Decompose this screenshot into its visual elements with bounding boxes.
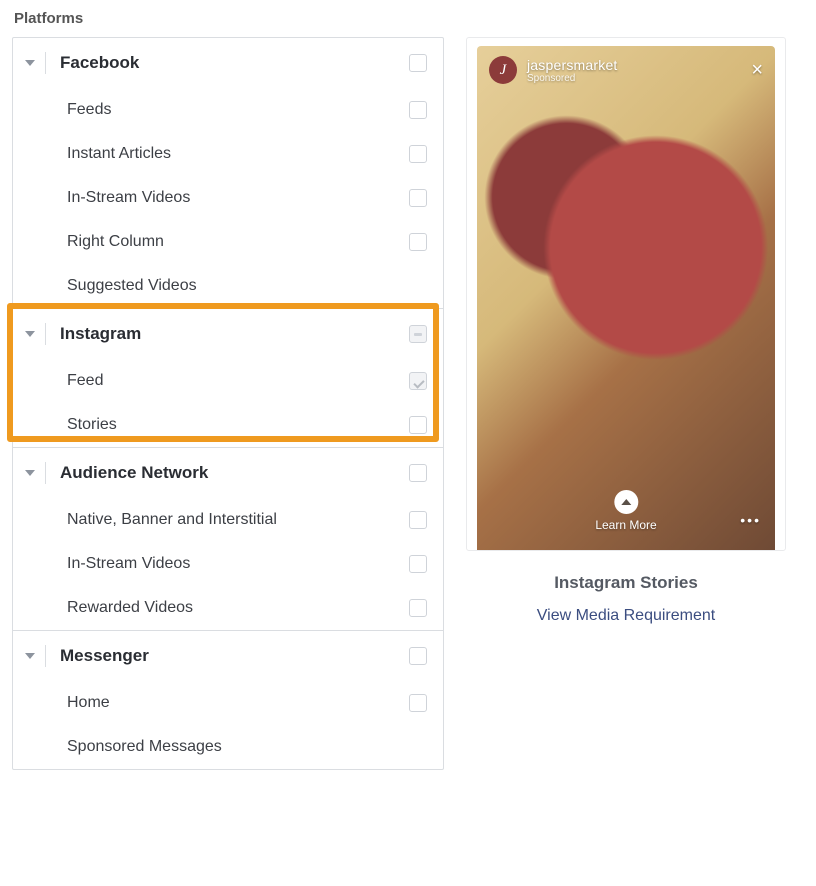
placement-row[interactable]: Feed (13, 359, 443, 403)
checkbox-messenger[interactable] (409, 647, 427, 665)
placement-row[interactable]: In-Stream Videos (13, 542, 443, 586)
placement-label: Suggested Videos (67, 277, 427, 295)
placement-label: Feed (67, 372, 409, 390)
checkbox-instagram-1[interactable] (409, 416, 427, 434)
group-title: Facebook (60, 53, 409, 73)
checkbox-audience-network-0[interactable] (409, 511, 427, 529)
placement-label: Home (67, 694, 409, 712)
close-icon[interactable]: × (751, 60, 763, 80)
checkbox-facebook-1[interactable] (409, 145, 427, 163)
checkbox-audience-network-1[interactable] (409, 555, 427, 573)
placement-row[interactable]: Stories (13, 403, 443, 447)
checkbox-instagram-0[interactable] (409, 372, 427, 390)
cta-label: Learn More (595, 518, 656, 532)
brand-name: jaspersmarket (527, 57, 741, 73)
view-media-requirement-link[interactable]: View Media Requirement (537, 607, 715, 625)
divider (45, 52, 46, 74)
brand-avatar: J (489, 56, 517, 84)
placement-label: In-Stream Videos (67, 555, 409, 573)
checkbox-facebook[interactable] (409, 54, 427, 72)
checkbox-audience-network[interactable] (409, 464, 427, 482)
divider (45, 323, 46, 345)
more-icon[interactable]: ••• (740, 512, 761, 528)
section-label: Platforms (14, 10, 804, 27)
checkbox-instagram[interactable] (409, 325, 427, 343)
placement-row[interactable]: Instant Articles (13, 132, 443, 176)
phone-frame: J jaspersmarket Sponsored × Learn More •… (466, 37, 786, 551)
placement-label: Native, Banner and Interstitial (67, 511, 409, 529)
checkbox-facebook-0[interactable] (409, 101, 427, 119)
preview-title: Instagram Stories (554, 573, 698, 593)
group-title: Instagram (60, 324, 409, 344)
checkbox-audience-network-2[interactable] (409, 599, 427, 617)
placement-row[interactable]: Feeds (13, 88, 443, 132)
divider (45, 645, 46, 667)
group-title: Messenger (60, 646, 409, 666)
sponsored-label: Sponsored (527, 73, 741, 84)
placement-label: Feeds (67, 101, 409, 119)
placement-row[interactable]: Right Column (13, 220, 443, 264)
placement-row[interactable]: Sponsored Messages (13, 725, 443, 769)
chevron-down-icon (25, 653, 35, 659)
divider (45, 462, 46, 484)
placement-row[interactable]: Native, Banner and Interstitial (13, 498, 443, 542)
preview-column: J jaspersmarket Sponsored × Learn More •… (466, 37, 786, 625)
story-preview-image: J jaspersmarket Sponsored × Learn More •… (477, 46, 775, 550)
placement-label: Sponsored Messages (67, 738, 427, 756)
placement-label: Rewarded Videos (67, 599, 409, 617)
placement-row[interactable]: In-Stream Videos (13, 176, 443, 220)
placement-label: Right Column (67, 233, 409, 251)
group-messenger[interactable]: Messenger (13, 630, 443, 681)
placement-label: Instant Articles (67, 145, 409, 163)
chevron-down-icon (25, 60, 35, 66)
chevron-down-icon (25, 470, 35, 476)
group-audience-network[interactable]: Audience Network (13, 447, 443, 498)
placement-row[interactable]: Rewarded Videos (13, 586, 443, 630)
placement-row[interactable]: Suggested Videos (13, 264, 443, 308)
chevron-up-icon (614, 490, 638, 514)
chevron-down-icon (25, 331, 35, 337)
checkbox-facebook-3[interactable] (409, 233, 427, 251)
checkbox-messenger-0[interactable] (409, 694, 427, 712)
platforms-panel: Facebook Feeds Instant Articles In-Strea… (12, 37, 444, 770)
group-title: Audience Network (60, 463, 409, 483)
story-cta[interactable]: Learn More (595, 490, 656, 532)
group-facebook[interactable]: Facebook (13, 38, 443, 88)
placement-label: In-Stream Videos (67, 189, 409, 207)
group-instagram[interactable]: Instagram (13, 308, 443, 359)
checkbox-facebook-2[interactable] (409, 189, 427, 207)
placement-label: Stories (67, 416, 409, 434)
placement-row[interactable]: Home (13, 681, 443, 725)
